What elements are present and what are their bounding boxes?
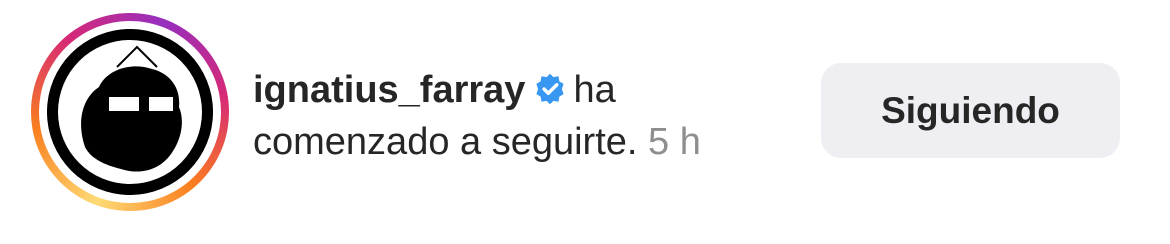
message-part2: comenzado a seguirte. [253,121,638,163]
following-button[interactable]: Siguiendo [821,63,1120,158]
avatar[interactable] [31,13,229,211]
username-link[interactable]: ignatius_farray [253,69,525,111]
follow-notification-row[interactable]: ignatius_farray ha comenzado a seguirte.… [0,0,1170,244]
notification-text: ignatius_farray ha comenzado a seguirte.… [253,64,793,168]
message-part1: ha [573,69,616,111]
timestamp: 5 h [648,121,701,163]
verified-badge-icon [533,72,567,106]
avatar-image [47,29,213,195]
